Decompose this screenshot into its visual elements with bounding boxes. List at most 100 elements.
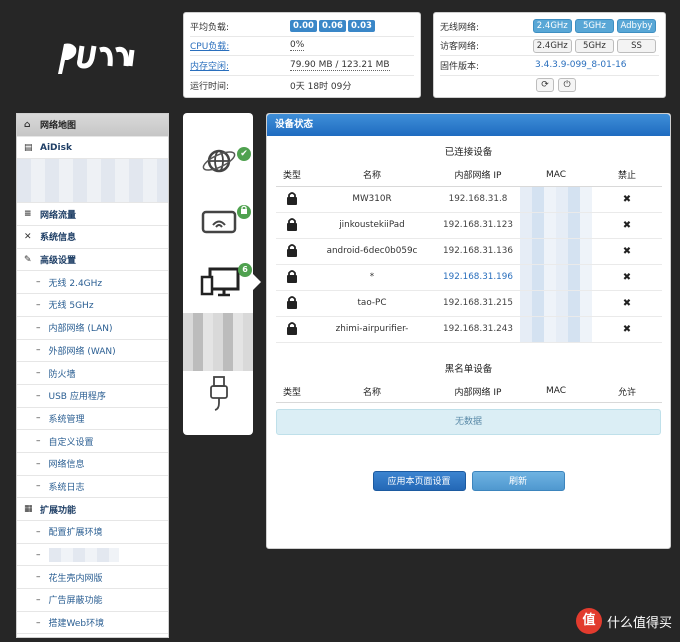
guest-5-button[interactable]: 5GHz — [574, 38, 614, 53]
sidebar-item-sysinfo[interactable]: ✕ 系统信息 — [17, 226, 168, 249]
power-icon[interactable]: ⏻ — [558, 78, 576, 93]
sidebar-label: 系统管理 — [48, 414, 85, 425]
device-mac-redacted — [520, 264, 592, 291]
load-5min: 0.06 — [318, 20, 346, 33]
uptime-value: 0天 18时 09分 — [290, 81, 352, 92]
disk-icon: ▤ — [24, 142, 33, 153]
sidebar-label: 搭建Web环境 — [48, 619, 105, 630]
col-name: 名称 — [308, 380, 436, 403]
refresh-button[interactable]: 刷新 — [471, 471, 565, 491]
ban-cell: ✖ — [592, 212, 662, 239]
ban-icon[interactable]: ✖ — [623, 194, 631, 205]
uptime-row: 运行时间: 0天 18时 09分 — [190, 76, 414, 96]
internet-ok-icon: ✔ — [237, 147, 251, 161]
lock-icon — [276, 316, 308, 343]
ban-icon[interactable]: ✖ — [623, 272, 631, 283]
ban-cell: ✖ — [592, 316, 662, 343]
ban-cell: ✖ — [592, 264, 662, 291]
device-ip[interactable]: 192.168.31.196 — [436, 264, 520, 291]
device-mac-redacted — [520, 186, 592, 213]
sidebar-item-wan[interactable]: – 外部网络 (WAN) — [17, 340, 168, 363]
wireless-status-panel: 无线网络: 2.4GHz 5GHz Adbyby 访客网络: 2.4GHz 5G… — [433, 12, 666, 98]
sidebar-label: 无线 5GHz — [48, 301, 94, 312]
ban-icon[interactable]: ✖ — [623, 298, 631, 309]
guest-row: 访客网络: 2.4GHz 5GHz SS — [440, 37, 659, 56]
firmware-version[interactable]: 3.4.3.9-099_8-01-16 — [535, 60, 627, 70]
sidebar-menu: ⌂ 网络地图 ▤ AiDisk ≡ 网络流量 ✕ 系统信息 ✎ 高级设置 – 无线… — [16, 113, 169, 638]
sidebar-item-traffic[interactable]: ≡ 网络流量 — [17, 203, 168, 227]
memory-label-link[interactable]: 内存空闲: — [190, 59, 290, 72]
apply-button[interactable]: 应用本页面设置 — [372, 471, 466, 491]
sidebar-item-ext-redacted[interactable]: – — [17, 544, 168, 567]
sidebar-item-extensions[interactable]: ▦ 扩展功能 — [17, 498, 168, 521]
wifi-24-button[interactable]: 2.4GHz — [532, 19, 572, 34]
sidebar-item-lan[interactable]: – 内部网络 (LAN) — [17, 317, 168, 340]
sidebar-item-syslog[interactable]: – 系统日志 — [17, 476, 168, 499]
table-row: tao-PC 192.168.31.215 ✖ — [276, 290, 662, 317]
sidebar-item-custom[interactable]: – 自定义设置 — [17, 430, 168, 453]
wifi-row: 无线网络: 2.4GHz 5GHz Adbyby — [440, 17, 659, 37]
sidebar-item-ext-oray[interactable]: – 花生壳内网版 — [17, 566, 168, 590]
sidebar-item-wireless-5[interactable]: – 无线 5GHz — [17, 294, 168, 317]
sidebar-item-usb[interactable]: – USB 应用程序 — [17, 385, 168, 408]
memory-value: 79.90 MB / 123.21 MB — [290, 59, 390, 71]
blacklist-title: 黑名单设备 — [444, 363, 493, 375]
usb-icon[interactable] — [209, 375, 229, 413]
shuffle-icon: ✕ — [24, 231, 32, 242]
device-ip: 192.168.31.8 — [436, 186, 520, 213]
router-icon[interactable] — [201, 208, 237, 236]
sidebar-label: 系统日志 — [48, 482, 85, 493]
sidebar-label: USB 应用程序 — [48, 392, 106, 403]
load-row: 平均负载: 0.00 0.06 0.03 — [190, 17, 414, 37]
sidebar-item-ext-config[interactable]: – 配置扩展环境 — [17, 521, 168, 544]
clients-icon[interactable] — [200, 267, 240, 297]
sidebar-item-network-map[interactable]: ⌂ 网络地图 — [17, 114, 168, 137]
reboot-icon[interactable]: ⟳ — [536, 78, 554, 93]
ban-icon[interactable]: ✖ — [623, 246, 631, 257]
device-mac-redacted — [520, 238, 592, 265]
ban-icon[interactable]: ✖ — [623, 324, 631, 335]
col-name: 名称 — [308, 164, 436, 187]
cpu-row: CPU负载: 0% — [190, 37, 414, 56]
sidebar-label: 内部网络 (LAN) — [48, 324, 113, 335]
sidebar-label: 配置扩展环境 — [48, 528, 103, 539]
device-mac-redacted — [520, 290, 592, 317]
sidebar-item-advanced[interactable]: ✎ 高级设置 — [17, 249, 168, 272]
sidebar-item-aidisk[interactable]: ▤ AiDisk — [17, 137, 168, 160]
cpu-label-link[interactable]: CPU负载: — [190, 39, 290, 52]
ss-button[interactable]: SS — [616, 38, 657, 53]
table-row: zhimi-airpurifier- 192.168.31.243 ✖ — [276, 316, 662, 343]
redacted-block — [17, 159, 168, 204]
device-ip: 192.168.31.243 — [436, 316, 520, 343]
wifi-5-button[interactable]: 5GHz — [574, 19, 614, 34]
col-ip: 内部网络 IP — [436, 380, 520, 403]
sidebar-item-firewall[interactable]: – 防火墙 — [17, 362, 168, 385]
sidebar-item-netinfo[interactable]: – 网络信息 — [17, 453, 168, 476]
col-type: 类型 — [276, 380, 308, 403]
device-mac-redacted — [520, 212, 592, 239]
table-row: MW310R 192.168.31.8 ✖ — [276, 186, 662, 213]
ban-icon[interactable]: ✖ — [623, 220, 631, 231]
router-lock-icon — [237, 205, 251, 219]
device-ip: 192.168.31.123 — [436, 212, 520, 239]
uptime-label: 运行时间: — [190, 81, 230, 92]
sidebar-item-wireless-24[interactable]: – 无线 2.4GHz — [17, 271, 168, 295]
wrench-icon: ✎ — [24, 254, 32, 265]
cpu-value: 0% — [290, 40, 305, 52]
sidebar-item-ext-web[interactable]: – 搭建Web环境 — [17, 612, 168, 635]
adbyby-button[interactable]: Adbyby — [616, 19, 657, 34]
guest-24-button[interactable]: 2.4GHz — [532, 38, 572, 53]
sidebar-item-admin[interactable]: – 系统管理 — [17, 408, 168, 431]
blacklist-table: 类型 名称 内部网络 IP MAC 允许 — [276, 380, 662, 403]
internet-globe-icon[interactable] — [201, 143, 237, 179]
lock-icon — [276, 186, 308, 213]
table-row: jinkoustekiiPad 192.168.31.123 ✖ — [276, 212, 662, 239]
connected-devices-title: 已连接设备 — [444, 147, 493, 158]
lock-icon — [276, 264, 308, 291]
watermark-badge: 值 — [575, 608, 602, 634]
sidebar-label: 防火墙 — [48, 369, 76, 380]
sidebar-label: 扩展功能 — [40, 505, 77, 516]
sidebar-item-ext-adblock[interactable]: – 广告屏蔽功能 — [17, 589, 168, 612]
no-data-message: 无数据 — [276, 409, 661, 435]
sidebar-label: 网络流量 — [40, 210, 77, 221]
